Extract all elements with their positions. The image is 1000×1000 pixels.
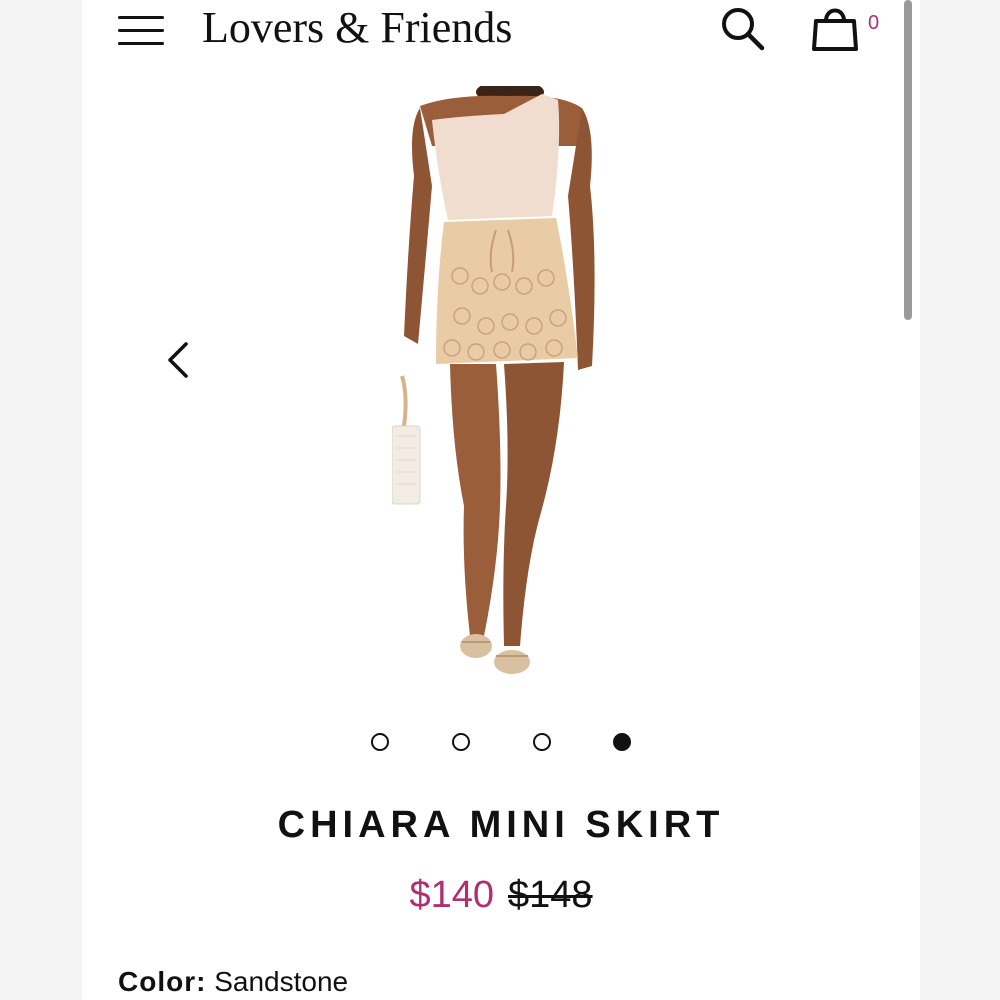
product-image	[392, 86, 595, 674]
original-price: $148	[508, 874, 593, 916]
price-row: $140 $148	[82, 874, 920, 917]
carousel-dot-4[interactable]	[613, 733, 631, 751]
chevron-left-icon[interactable]	[164, 340, 192, 380]
hamburger-menu-icon[interactable]	[118, 14, 164, 48]
color-label: Color:	[118, 966, 207, 997]
sale-price: $140	[409, 874, 494, 916]
color-value: Sandstone	[214, 966, 349, 997]
product-title: CHIARA MINI SKIRT	[277, 804, 725, 846]
carousel-pagination	[82, 730, 920, 754]
carousel-dot-2[interactable]	[452, 733, 470, 751]
brand-logo[interactable]: Lovers & Friends	[202, 2, 512, 54]
carousel-dot-3[interactable]	[533, 733, 551, 751]
cart-count-badge[interactable]: 0	[868, 12, 879, 35]
search-icon[interactable]	[718, 4, 766, 52]
carousel-dot-1[interactable]	[371, 733, 389, 751]
scrollbar-thumb[interactable]	[904, 0, 912, 320]
color-selector-label: Color: Sandstone	[118, 966, 348, 998]
shopping-bag-icon[interactable]	[810, 3, 860, 53]
product-page: Lovers & Friends 0 CHIARA MINI SKIRT $14…	[82, 0, 920, 1000]
